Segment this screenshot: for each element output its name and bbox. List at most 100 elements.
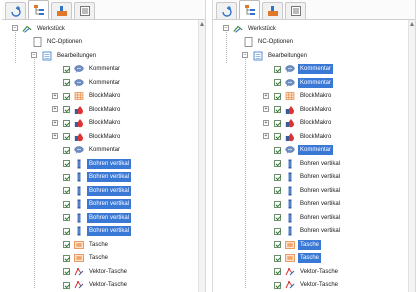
list-view-button[interactable] bbox=[285, 2, 306, 19]
enabled-checkbox[interactable] bbox=[63, 200, 70, 208]
enabled-checkbox[interactable] bbox=[63, 119, 70, 127]
tree-item-label: Vektor-Tasche bbox=[300, 268, 339, 275]
tree-item-bohren-vertikal[interactable]: Bohren vertikal bbox=[274, 157, 342, 170]
expand-toggle[interactable]: + bbox=[263, 133, 269, 139]
enabled-checkbox[interactable] bbox=[274, 241, 281, 248]
scroll-up-arrow-icon[interactable] bbox=[200, 22, 204, 26]
tree-item-bohren-vertikal[interactable]: Bohren vertikal bbox=[63, 171, 132, 184]
expand-toggle[interactable]: + bbox=[52, 106, 58, 112]
enabled-checkbox[interactable] bbox=[274, 173, 281, 181]
tree-item-blockmakro[interactable]: BlockMakro bbox=[274, 103, 333, 116]
enabled-checkbox[interactable] bbox=[274, 214, 281, 221]
tree-item-blockmakro[interactable]: BlockMakro bbox=[274, 117, 333, 130]
tree-item-processing[interactable]: Bearbeitungen bbox=[253, 49, 309, 62]
tree-item-tasche[interactable]: Tasche bbox=[63, 238, 110, 251]
tree-item-nc-options[interactable]: NC-Optionen bbox=[243, 36, 295, 49]
expand-toggle[interactable]: + bbox=[52, 133, 58, 139]
tree-item-kommentar[interactable]: Kommentar bbox=[274, 76, 334, 89]
enabled-checkbox[interactable] bbox=[274, 106, 281, 113]
tree-item-blockmakro[interactable]: BlockMakro bbox=[274, 130, 333, 143]
add-operation-button[interactable] bbox=[216, 2, 237, 19]
tree-item-processing[interactable]: Bearbeitungen bbox=[42, 49, 98, 62]
expand-toggle[interactable]: + bbox=[263, 106, 269, 112]
tree-item-vektor-tasche[interactable]: Vektor-Tasche bbox=[63, 279, 129, 292]
list-view-button[interactable] bbox=[74, 2, 95, 19]
enabled-checkbox[interactable] bbox=[63, 146, 70, 154]
expand-toggle[interactable]: + bbox=[263, 92, 269, 99]
tree-item-blockmakro[interactable]: BlockMakro bbox=[63, 117, 122, 130]
tree-item-bohren-vertikal[interactable]: Bohren vertikal bbox=[63, 225, 132, 238]
enabled-checkbox[interactable] bbox=[274, 65, 281, 73]
tree-item-bohren-vertikal[interactable]: Bohren vertikal bbox=[274, 211, 342, 224]
enabled-checkbox[interactable] bbox=[63, 133, 70, 140]
enabled-checkbox[interactable] bbox=[274, 79, 281, 86]
tree-item-bohren-vertikal[interactable]: Bohren vertikal bbox=[274, 225, 342, 238]
tree-item-tasche[interactable]: Tasche bbox=[274, 252, 322, 265]
tree-item-kommentar[interactable]: Kommentar bbox=[63, 76, 122, 89]
tree-item-vektor-tasche[interactable]: Vektor-Tasche bbox=[274, 265, 340, 278]
tree-item-blockmakro[interactable]: BlockMakro bbox=[274, 90, 333, 103]
scroll-up-arrow-icon[interactable] bbox=[410, 22, 414, 26]
tree-item-blockmakro[interactable]: BlockMakro bbox=[63, 130, 122, 143]
tree-view-button[interactable] bbox=[239, 0, 260, 19]
expand-toggle[interactable]: + bbox=[52, 119, 58, 126]
enabled-checkbox[interactable] bbox=[274, 146, 281, 154]
expand-toggle[interactable]: + bbox=[263, 119, 269, 126]
tree-item-blockmakro[interactable]: BlockMakro bbox=[63, 103, 122, 116]
enabled-checkbox[interactable] bbox=[63, 79, 70, 86]
tree-item-kommentar[interactable]: Kommentar bbox=[274, 63, 334, 76]
tree-item-vektor-tasche[interactable]: Vektor-Tasche bbox=[63, 265, 129, 278]
enabled-checkbox[interactable] bbox=[63, 268, 70, 275]
machine-button[interactable] bbox=[51, 2, 72, 19]
enabled-checkbox[interactable] bbox=[274, 281, 281, 289]
expand-toggle[interactable]: + bbox=[52, 92, 58, 99]
tree-item-bohren-vertikal[interactable]: Bohren vertikal bbox=[63, 211, 132, 224]
tree-item-tasche[interactable]: Tasche bbox=[274, 238, 322, 251]
enabled-checkbox[interactable] bbox=[63, 281, 70, 289]
tree-item-bohren-vertikal[interactable]: Bohren vertikal bbox=[274, 171, 342, 184]
enabled-checkbox[interactable] bbox=[63, 106, 70, 113]
enabled-checkbox[interactable] bbox=[63, 160, 70, 167]
enabled-checkbox[interactable] bbox=[63, 187, 70, 194]
machine-button[interactable] bbox=[262, 2, 283, 19]
tree-item-workpiece[interactable]: Werkstück bbox=[233, 22, 278, 35]
tree-item-kommentar[interactable]: Kommentar bbox=[63, 63, 122, 76]
tree-item-kommentar[interactable]: Kommentar bbox=[274, 144, 334, 157]
tree-item-blockmakro[interactable]: BlockMakro bbox=[63, 90, 122, 103]
tree-item-bohren-vertikal[interactable]: Bohren vertikal bbox=[63, 184, 132, 197]
collapse-toggle[interactable]: − bbox=[223, 25, 229, 31]
vertical-scrollbar[interactable] bbox=[198, 20, 205, 292]
enabled-checkbox[interactable] bbox=[274, 160, 281, 167]
enabled-checkbox[interactable] bbox=[274, 92, 281, 100]
tree-item-bohren-vertikal[interactable]: Bohren vertikal bbox=[274, 198, 342, 211]
collapse-toggle[interactable]: − bbox=[31, 52, 37, 58]
enabled-checkbox[interactable] bbox=[274, 119, 281, 127]
enabled-checkbox[interactable] bbox=[63, 214, 70, 221]
tree-item-workpiece[interactable]: Werkstück bbox=[22, 22, 67, 35]
enabled-checkbox[interactable] bbox=[63, 241, 70, 248]
tree-item-bohren-vertikal[interactable]: Bohren vertikal bbox=[63, 157, 132, 170]
enabled-checkbox[interactable] bbox=[274, 133, 281, 140]
tree-item-nc-options[interactable]: NC-Optionen bbox=[32, 36, 84, 49]
tree-view-button[interactable] bbox=[28, 0, 49, 19]
tree-item-vektor-tasche[interactable]: Vektor-Tasche bbox=[274, 279, 340, 292]
vertical-scrollbar[interactable] bbox=[408, 20, 415, 292]
enabled-checkbox[interactable] bbox=[63, 254, 70, 262]
collapse-toggle[interactable]: − bbox=[242, 52, 248, 58]
enabled-checkbox[interactable] bbox=[274, 268, 281, 275]
enabled-checkbox[interactable] bbox=[274, 254, 281, 262]
enabled-checkbox[interactable] bbox=[274, 227, 281, 235]
tree-item-bohren-vertikal[interactable]: Bohren vertikal bbox=[274, 184, 342, 197]
tree-item-label: Bohren vertikal bbox=[87, 226, 132, 236]
enabled-checkbox[interactable] bbox=[63, 227, 70, 235]
enabled-checkbox[interactable] bbox=[63, 92, 70, 100]
enabled-checkbox[interactable] bbox=[63, 173, 70, 181]
tree-item-kommentar[interactable]: Kommentar bbox=[63, 144, 122, 157]
tree-item-tasche[interactable]: Tasche bbox=[63, 252, 110, 265]
enabled-checkbox[interactable] bbox=[274, 200, 281, 208]
collapse-toggle[interactable]: − bbox=[12, 25, 18, 31]
tree-item-bohren-vertikal[interactable]: Bohren vertikal bbox=[63, 198, 132, 211]
enabled-checkbox[interactable] bbox=[63, 65, 70, 73]
enabled-checkbox[interactable] bbox=[274, 187, 281, 194]
add-operation-button[interactable] bbox=[5, 2, 26, 19]
